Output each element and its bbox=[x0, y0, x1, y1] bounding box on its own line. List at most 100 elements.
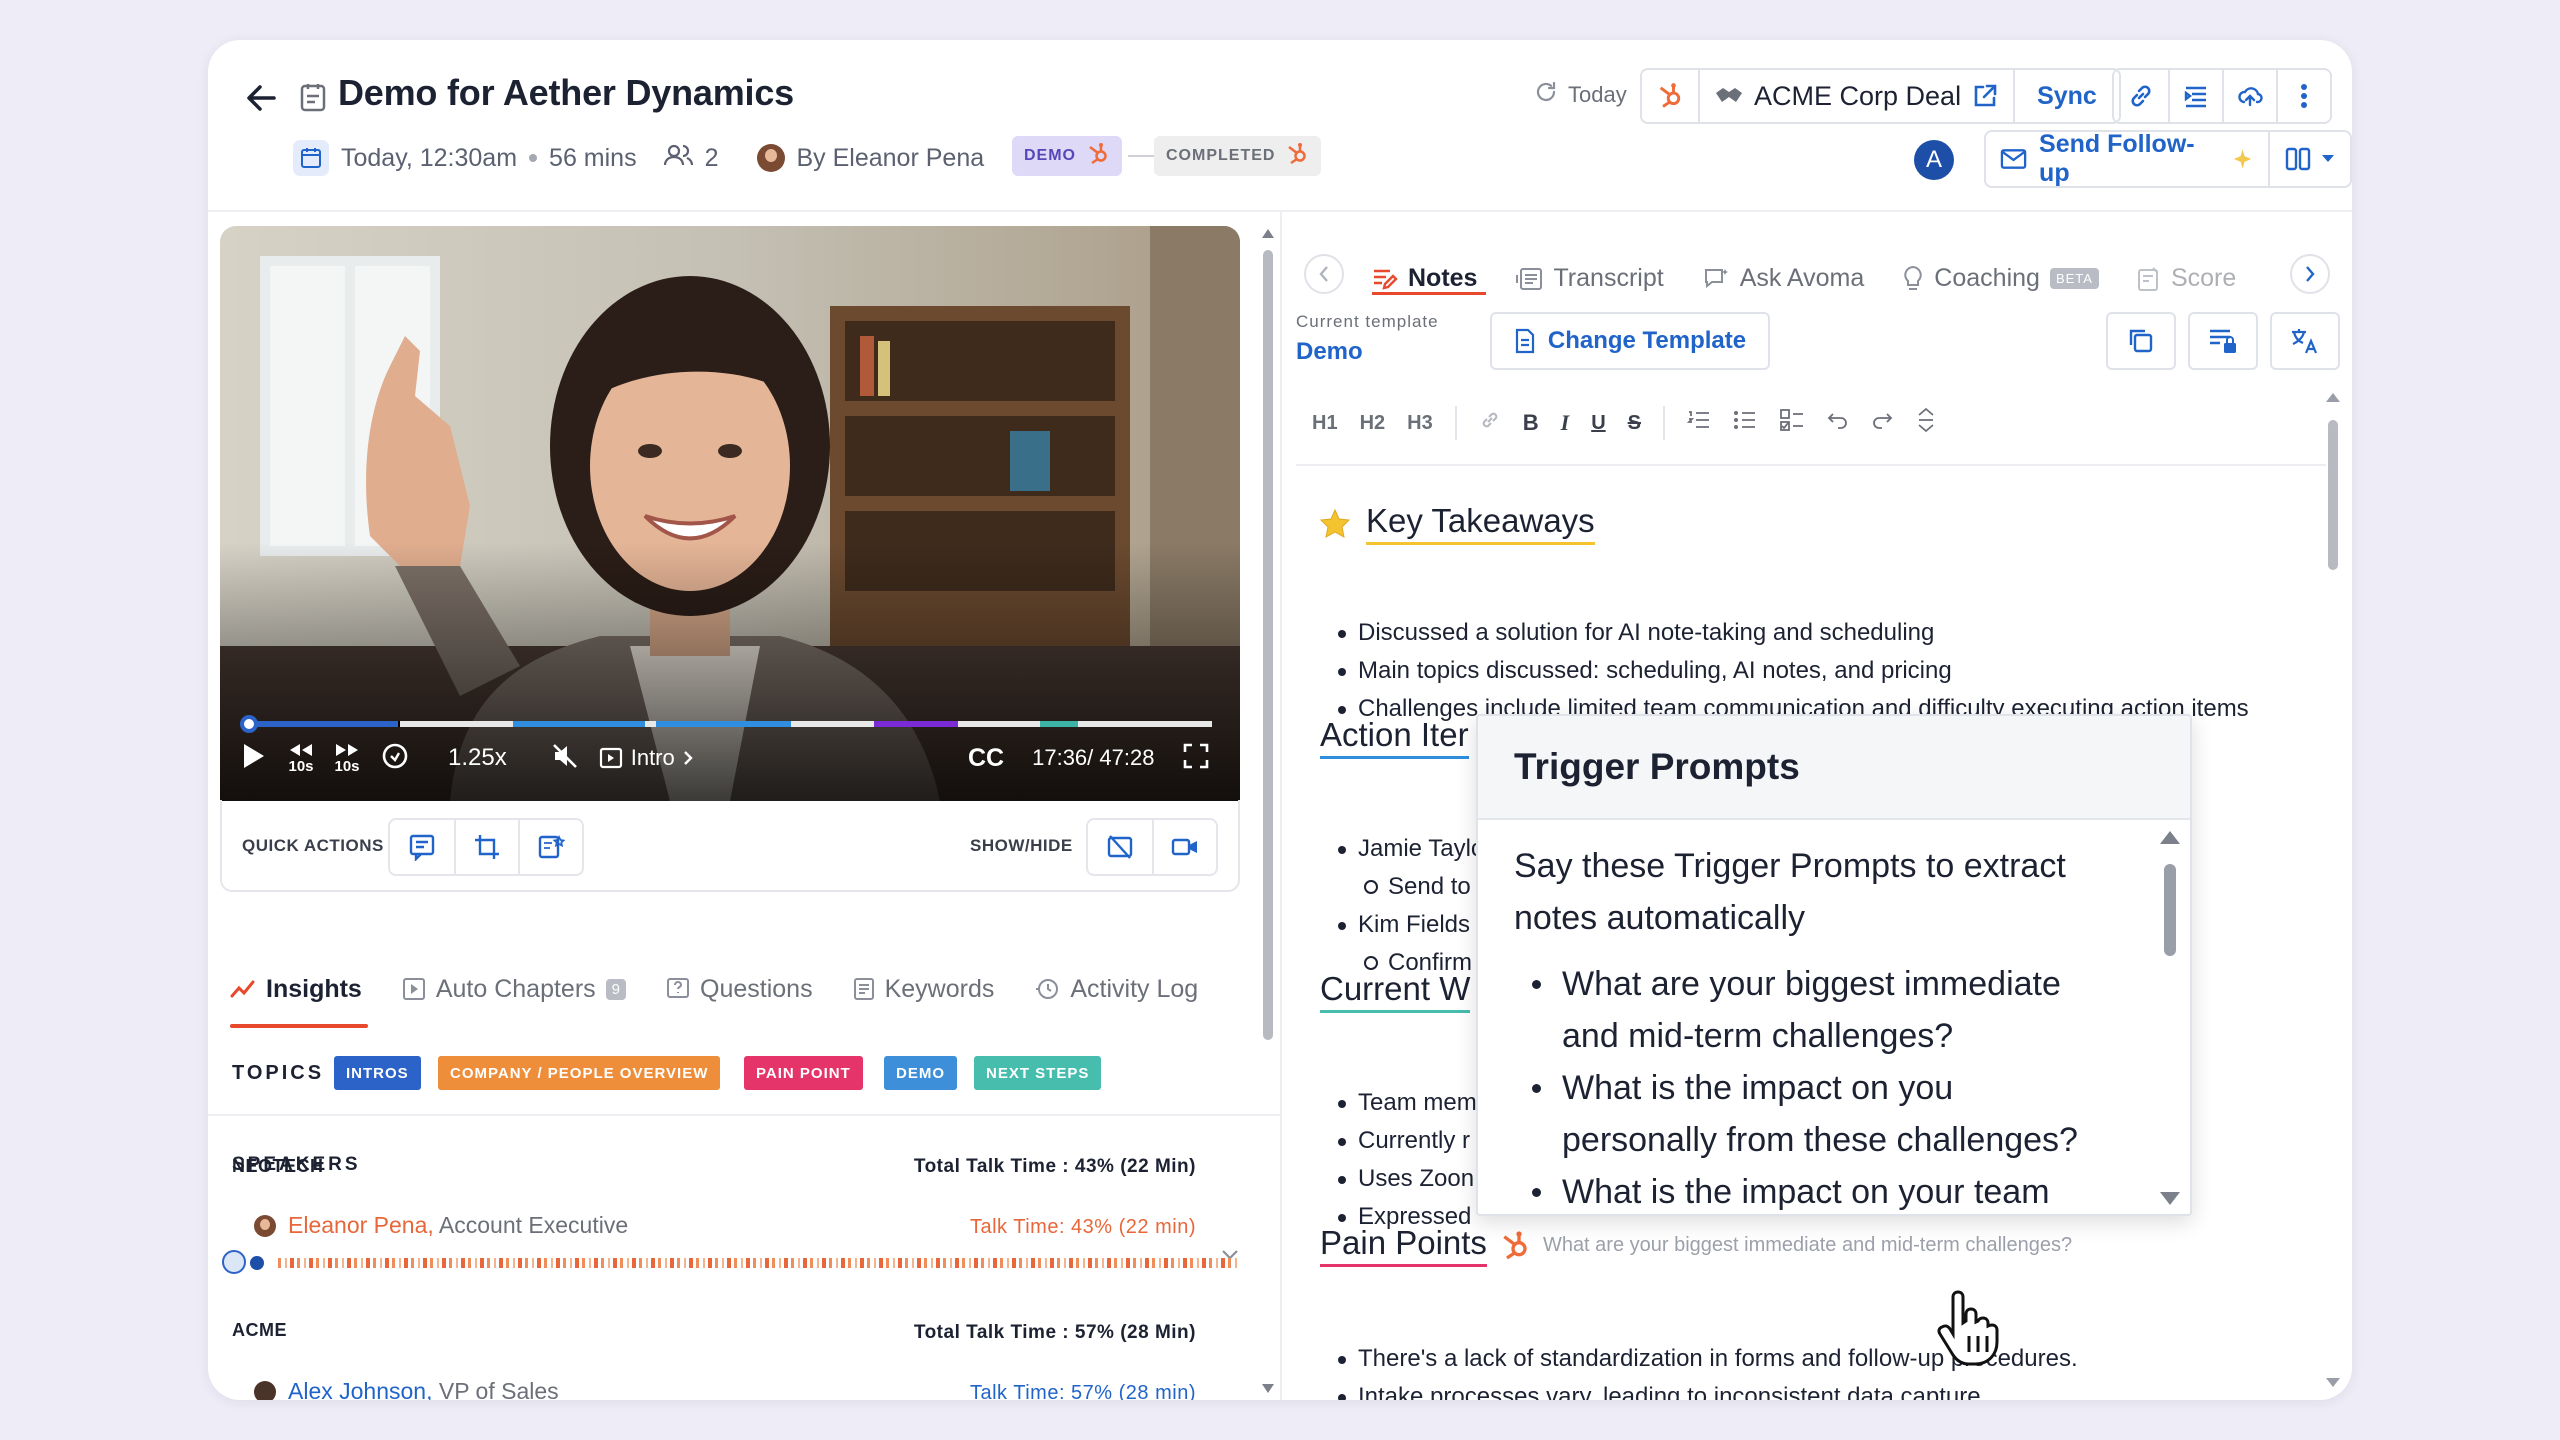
tab-transcript-label: Transcript bbox=[1553, 264, 1664, 292]
topic-tag[interactable]: PAIN POINT bbox=[744, 1056, 863, 1090]
key-takeaways-heading: Key Takeaways bbox=[1318, 502, 1595, 545]
playback-speed[interactable]: 1.25x bbox=[448, 744, 507, 772]
trigger-prompt-item[interactable]: What are your biggest immediate and mid-… bbox=[1514, 958, 2114, 1062]
tab-transcript[interactable]: Transcript bbox=[1515, 264, 1664, 293]
tab-auto-chapters[interactable]: Auto Chapters 9 bbox=[402, 966, 627, 1012]
numbered-list-icon bbox=[1686, 411, 1709, 428]
back-arrow-icon[interactable] bbox=[240, 76, 284, 120]
loop-icon[interactable] bbox=[380, 741, 410, 776]
chapter-selector[interactable]: Intro bbox=[599, 745, 693, 771]
strikethrough-button[interactable]: S bbox=[1628, 412, 1641, 435]
skip-back-button[interactable]: 10s bbox=[288, 742, 314, 775]
lightbulb-icon bbox=[1904, 265, 1922, 290]
mute-icon[interactable] bbox=[551, 742, 579, 775]
send-follow-up-button[interactable]: Send Follow-up bbox=[1986, 130, 2268, 187]
bold-button[interactable]: B bbox=[1523, 410, 1539, 436]
toggle-video-button[interactable] bbox=[1152, 820, 1216, 874]
translate-button[interactable] bbox=[2270, 312, 2340, 370]
tab-notes-label: Notes bbox=[1408, 264, 1478, 292]
people-icon bbox=[663, 143, 693, 174]
heading-2-button[interactable]: H2 bbox=[1360, 412, 1386, 435]
header-tools bbox=[2112, 68, 2332, 124]
tab-notes[interactable]: Notes bbox=[1372, 264, 1477, 293]
captions-button[interactable]: CC bbox=[968, 744, 1004, 773]
copy-link-button[interactable] bbox=[2114, 70, 2168, 122]
scorecard-icon bbox=[2137, 266, 2158, 291]
tab-insights[interactable]: Insights bbox=[230, 966, 362, 1012]
playlist-button[interactable] bbox=[2168, 70, 2222, 122]
trigger-prompt-item[interactable]: What is the impact on you personally fro… bbox=[1514, 1062, 2114, 1166]
hubspot-icon bbox=[1503, 1230, 1527, 1259]
link-button[interactable] bbox=[1479, 409, 1501, 437]
tab-ask-avoma[interactable]: Ask Avoma bbox=[1702, 264, 1864, 293]
clip-button[interactable] bbox=[454, 820, 518, 874]
owner-avatar bbox=[756, 144, 785, 172]
change-template-button[interactable]: Change Template bbox=[1490, 312, 1770, 370]
heading-3-button[interactable]: H3 bbox=[1407, 412, 1433, 435]
copy-notes-button[interactable] bbox=[2106, 312, 2176, 370]
active-notes-tab-indicator bbox=[1372, 292, 1486, 295]
notes-scrollbar[interactable] bbox=[2324, 390, 2342, 1390]
refresh-icon bbox=[1534, 80, 1558, 110]
attendee-count: 2 bbox=[704, 143, 719, 172]
demo-tag[interactable]: DEMO bbox=[1012, 136, 1122, 176]
columns-icon bbox=[2285, 147, 2311, 171]
topic-tag[interactable]: NEXT STEPS bbox=[974, 1056, 1102, 1090]
tab-activity-log[interactable]: Activity Log bbox=[1034, 966, 1198, 1012]
bullet-list-icon bbox=[1733, 411, 1755, 429]
user-avatar[interactable]: A bbox=[1914, 140, 1954, 180]
add-comment-button[interactable] bbox=[390, 820, 454, 874]
share-button[interactable] bbox=[2222, 70, 2276, 122]
undo-button[interactable] bbox=[1827, 410, 1849, 436]
trigger-prompt-item[interactable]: What is the impact on your team bbox=[1514, 1166, 2114, 1214]
add-to-playlist-button[interactable] bbox=[518, 820, 582, 874]
tab-coaching[interactable]: Coaching BETA bbox=[1902, 264, 2099, 293]
heading-1-button[interactable]: H1 bbox=[1312, 412, 1338, 435]
tab-questions[interactable]: Questions bbox=[666, 966, 813, 1012]
layout-toggle-button[interactable] bbox=[2268, 132, 2350, 186]
numbered-list-button[interactable] bbox=[1686, 409, 1711, 437]
tab-activity-log-label: Activity Log bbox=[1070, 974, 1199, 1003]
tag-connector bbox=[1128, 155, 1156, 157]
list-item: Team mem bbox=[1334, 1084, 1477, 1122]
tabs-scroll-right-button[interactable] bbox=[2290, 254, 2330, 294]
speaker-row[interactable]: Eleanor Pena, Account Executive bbox=[254, 1212, 628, 1239]
mail-icon bbox=[2000, 149, 2027, 169]
video-progress-track[interactable] bbox=[248, 721, 1212, 727]
speaker-play-icon[interactable] bbox=[222, 1250, 246, 1274]
italic-button[interactable]: I bbox=[1561, 410, 1570, 436]
speaker-talk-timeline[interactable] bbox=[278, 1258, 1238, 1268]
trigger-prompts-popover[interactable]: Trigger Prompts Say these Trigger Prompt… bbox=[1476, 714, 2192, 1216]
hide-captions-button[interactable] bbox=[1088, 820, 1152, 874]
tab-keywords-label: Keywords bbox=[884, 974, 995, 1003]
underline-button[interactable]: U bbox=[1591, 412, 1605, 435]
speaker-avatar bbox=[254, 1214, 276, 1237]
video-scrubber-handle[interactable] bbox=[240, 715, 258, 733]
undo-icon bbox=[1827, 413, 1847, 429]
follow-up-label: Send Follow-up bbox=[2039, 130, 2195, 187]
play-icon[interactable] bbox=[240, 741, 268, 776]
current-list: Team mem Currently r Uses Zoon Expressed bbox=[1334, 1084, 1477, 1236]
topic-tag[interactable]: INTROS bbox=[334, 1056, 421, 1090]
video-player[interactable]: 10s 10s 1.25x Intro CC 17:36/ 47:28 bbox=[220, 226, 1240, 801]
tab-score[interactable]: Score bbox=[2137, 264, 2236, 293]
popover-scrollbar[interactable] bbox=[2158, 828, 2182, 1208]
tabs-scroll-left-button[interactable] bbox=[1304, 254, 1344, 294]
topic-tag[interactable]: DEMO bbox=[884, 1056, 957, 1090]
fullscreen-icon[interactable] bbox=[1182, 742, 1210, 775]
topic-tag[interactable]: COMPANY / PEOPLE OVERVIEW bbox=[438, 1056, 721, 1090]
tab-keywords[interactable]: Keywords bbox=[853, 966, 995, 1012]
redo-button[interactable] bbox=[1871, 410, 1893, 436]
skip-forward-button[interactable]: 10s bbox=[334, 742, 360, 775]
notes-settings-button[interactable] bbox=[2188, 312, 2258, 370]
checklist-button[interactable] bbox=[1779, 408, 1805, 438]
sync-button[interactable]: Sync bbox=[2013, 70, 2119, 122]
bullet-list-button[interactable] bbox=[1733, 409, 1757, 437]
left-scrollbar[interactable] bbox=[1260, 226, 1276, 1396]
hubspot-button[interactable] bbox=[1642, 70, 1698, 122]
more-options-button[interactable] bbox=[2276, 70, 2330, 122]
speaker-row[interactable]: Alex Johnson, VP of Sales bbox=[254, 1378, 559, 1400]
completed-tag[interactable]: COMPLETED bbox=[1154, 136, 1322, 176]
deal-link[interactable]: ACME Corp Deal bbox=[1698, 70, 2013, 122]
collapse-button[interactable] bbox=[1915, 407, 1937, 439]
